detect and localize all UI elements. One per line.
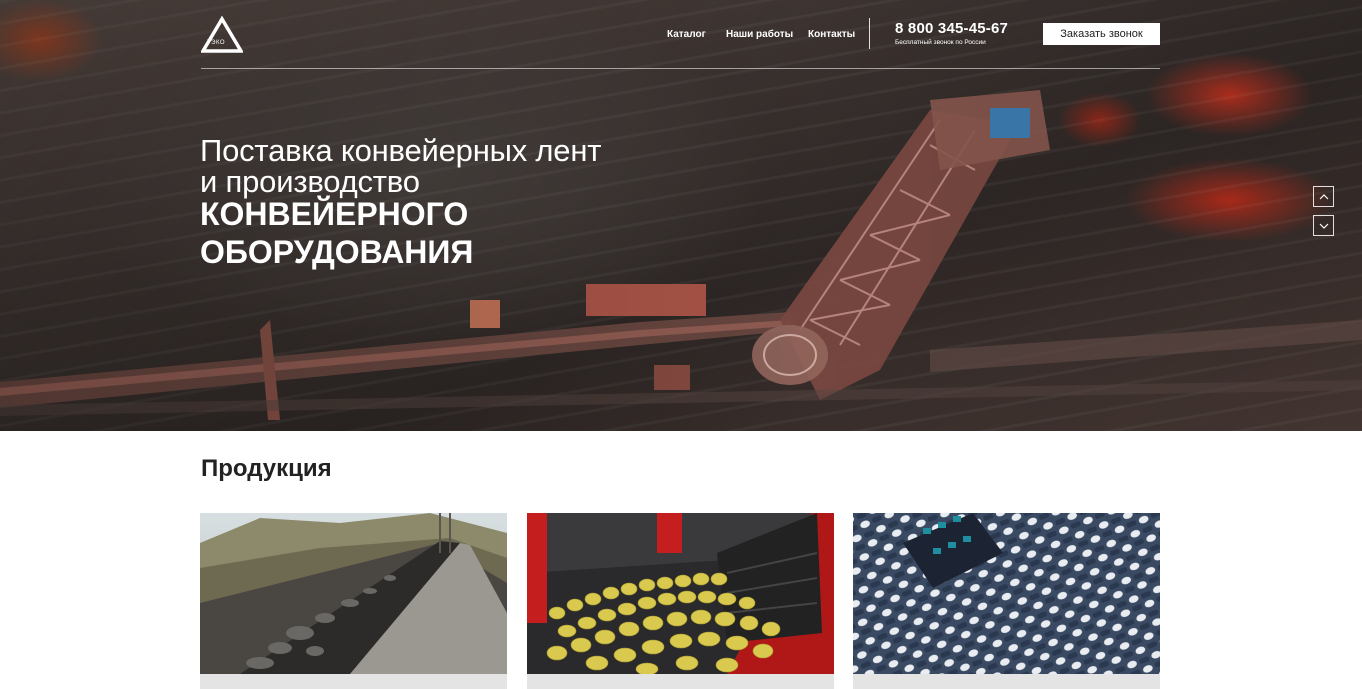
hero-heading-bold2: ОБОРУДОВАНИЯ (200, 234, 474, 270)
product-image-modular-belt (853, 513, 1160, 674)
hero-heading-line2: и производство (200, 164, 420, 199)
header-divider (869, 18, 870, 49)
hero-banner: ТЭКО Каталог Наши работы Контакты 8 800 … (0, 0, 1362, 431)
phone-note: Бесплатный звонок по России (895, 39, 986, 46)
nav-link-contacts[interactable]: Контакты (808, 29, 855, 40)
logo-triangle-icon (201, 16, 243, 53)
product-card-footer (853, 674, 1160, 689)
slider-next-button[interactable] (1313, 215, 1334, 236)
product-card-footer (200, 674, 507, 689)
phone-number[interactable]: 8 800 345-45-67 (895, 20, 1008, 37)
nav-link-works[interactable]: Наши работы (726, 29, 793, 40)
product-card-footer (527, 674, 834, 689)
product-image-food-belt (527, 513, 834, 674)
chevron-down-icon (1319, 223, 1328, 229)
chevron-up-icon (1319, 193, 1328, 199)
request-call-button[interactable]: Заказать звонок (1043, 23, 1160, 45)
nav-link-catalog[interactable]: Каталог (667, 29, 706, 40)
product-card-mining-belt[interactable] (200, 513, 507, 689)
header-underline (201, 68, 1160, 69)
product-card-modular-belt[interactable] (853, 513, 1160, 689)
product-card-food-belt[interactable] (527, 513, 834, 689)
product-image-mining-belt (200, 513, 507, 674)
logo[interactable]: ТЭКО (201, 16, 243, 54)
hero-heading-bold1: КОНВЕЙЕРНОГО (200, 196, 469, 232)
products-title: Продукция (201, 455, 332, 482)
slider-prev-button[interactable] (1313, 186, 1334, 207)
logo-text: ТЭКО (207, 40, 226, 46)
